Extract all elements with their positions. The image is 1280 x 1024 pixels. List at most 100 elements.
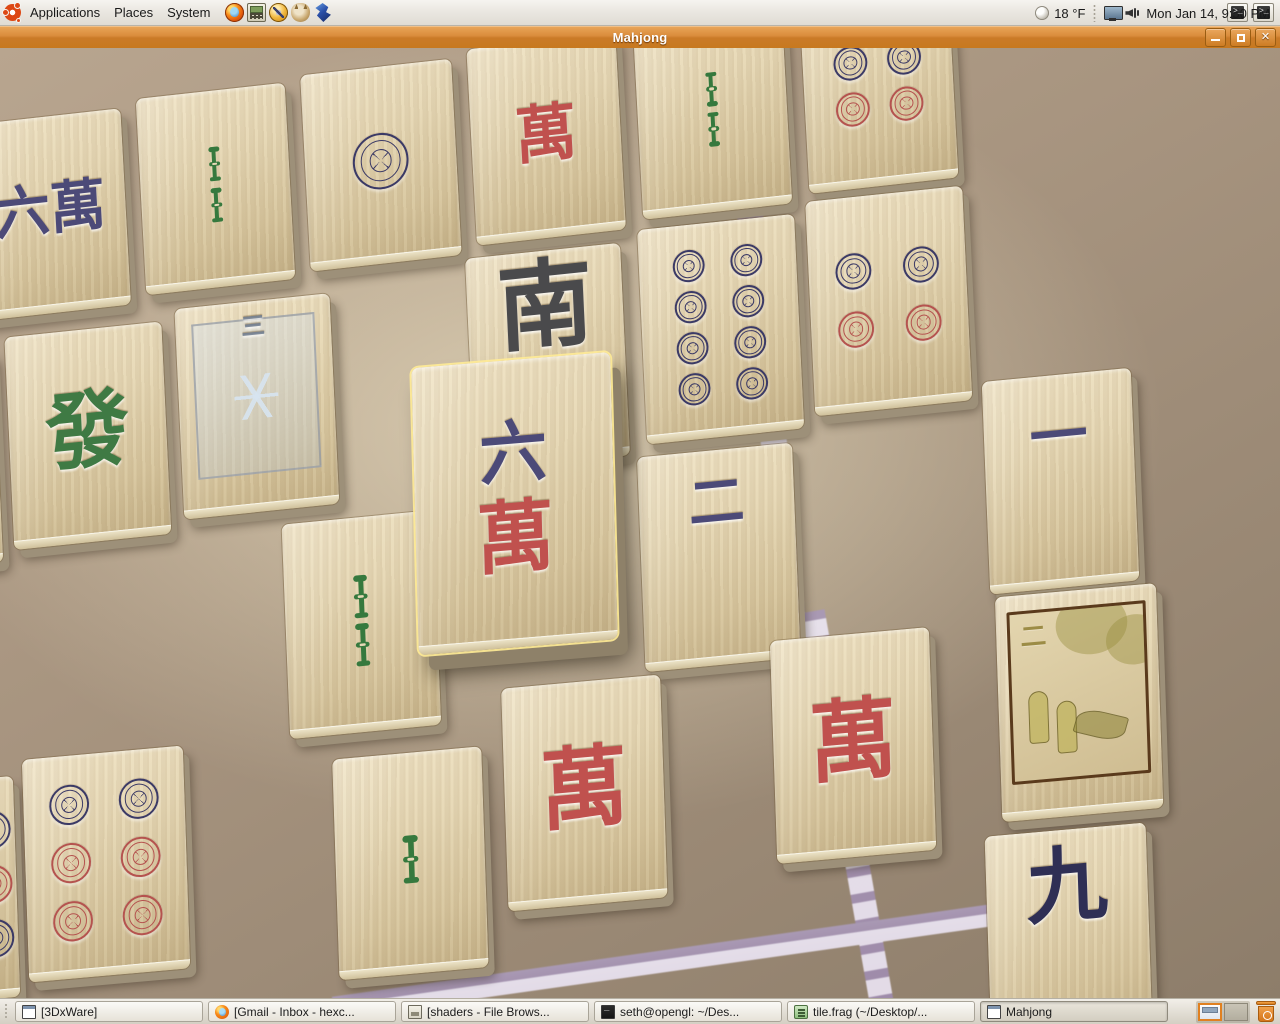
- tile-t07-8dots[interactable]: [637, 213, 805, 445]
- tile-t22-glyph: 九: [1024, 835, 1110, 938]
- firefox-icon: [215, 1004, 229, 1019]
- taskbar-item-gmail[interactable]: [Gmail - Inbox - hexc...: [208, 1001, 396, 1022]
- volume-icon[interactable]: [1125, 6, 1142, 20]
- menu-places-label: Places: [114, 5, 154, 20]
- dot-symbol: [0, 808, 12, 851]
- taskbar-item-label: [shaders - File Brows...: [427, 1004, 550, 1019]
- tile-t23-bamboo[interactable]: [332, 746, 489, 981]
- tile-t04[interactable]: [300, 58, 462, 272]
- ubuntu-logo-icon[interactable]: [2, 2, 21, 23]
- taskbar-item-label: seth@opengl: ~/Des...: [620, 1004, 740, 1019]
- gimp-icon[interactable]: [291, 3, 311, 22]
- window-icon: [22, 1004, 36, 1019]
- dot-symbol: [672, 248, 706, 284]
- dot-symbol: [832, 48, 869, 82]
- bamboo-stick: [354, 622, 370, 667]
- dot-symbol: [677, 371, 712, 407]
- taskbar-grip[interactable]: [4, 1003, 8, 1020]
- panel-left-section: Applications Places System: [0, 0, 332, 25]
- dot-symbol: [50, 840, 92, 885]
- gedit-icon: [794, 1004, 808, 1019]
- maximize-button[interactable]: [1230, 28, 1251, 47]
- tile-t11-glyph: 三: [240, 310, 266, 342]
- tile-t03[interactable]: [135, 82, 296, 296]
- tile-t05[interactable]: 萬: [466, 48, 626, 246]
- taskbar-item-mahjong[interactable]: Mahjong: [980, 1001, 1168, 1022]
- temperature-label: 18 °F: [1054, 5, 1086, 21]
- window-title: Mahjong: [612, 30, 668, 45]
- window-controls: ✕: [1205, 28, 1276, 47]
- mahjong-game-area[interactable]: 六萬 萬 發 三 南 一 二 萬 萬 二 九 六 萬: [0, 48, 1280, 998]
- dot-symbol: [118, 776, 160, 821]
- dot-symbol: [675, 330, 710, 366]
- menu-system[interactable]: System: [160, 2, 217, 24]
- tile-t09[interactable]: [0, 349, 4, 579]
- tile-t20-char[interactable]: 萬: [769, 627, 937, 864]
- panel-launchers: [225, 3, 332, 22]
- clock-label[interactable]: Mon Jan 14, 9:50 PM: [1146, 6, 1274, 21]
- tile-t19-glyph: 萬: [538, 732, 630, 844]
- dot-symbol: [120, 834, 162, 879]
- taskbar-item-label: Mahjong: [1006, 1004, 1053, 1019]
- sound-recorder-icon[interactable]: [269, 3, 289, 22]
- menu-applications[interactable]: Applications: [23, 2, 107, 24]
- tile-t10[interactable]: 發: [4, 321, 172, 551]
- dot-symbol: [733, 324, 767, 360]
- tile-t15-one[interactable]: 一: [981, 367, 1140, 595]
- window-titlebar[interactable]: Mahjong ✕: [0, 26, 1280, 48]
- dot-symbol: [729, 242, 763, 278]
- blue-app-icon[interactable]: [315, 3, 331, 22]
- tile-t21-flower[interactable]: 二: [994, 583, 1164, 823]
- tile-t21-glyph: 二: [1019, 620, 1047, 654]
- selected-tile-bottom-glyph: 萬: [475, 490, 556, 587]
- firefox-icon[interactable]: [225, 3, 245, 22]
- taskbar-item-shaders[interactable]: [shaders - File Brows...: [401, 1001, 589, 1022]
- minimize-button[interactable]: [1205, 28, 1226, 47]
- bamboo-stick: [352, 574, 368, 619]
- calculator-icon[interactable]: [247, 3, 267, 22]
- tile-t02[interactable]: 六萬: [0, 108, 131, 322]
- trash-icon[interactable]: [1256, 1000, 1276, 1023]
- tile-t08-4dots[interactable]: [805, 185, 973, 417]
- taskbar-item-tilefrag[interactable]: tile.frag (~/Desktop/...: [787, 1001, 975, 1022]
- workspace-switcher[interactable]: [1196, 1000, 1250, 1023]
- dot-symbol: [674, 289, 708, 325]
- tile-t20-glyph: 萬: [807, 685, 899, 797]
- terminal-icon: [601, 1003, 615, 1019]
- weather-applet[interactable]: 18 °F: [1035, 6, 1085, 21]
- tile-t16-6dots[interactable]: [21, 745, 191, 983]
- tile-t06[interactable]: [632, 48, 793, 220]
- close-icon: ✕: [1260, 31, 1271, 43]
- tile-t17-6dots-red[interactable]: [0, 775, 21, 998]
- terminal-glyph-1: >_: [1233, 7, 1243, 16]
- display-icon[interactable]: [1104, 5, 1124, 21]
- tile-t11-season[interactable]: 三: [174, 293, 340, 520]
- tile-t22-nine[interactable]: 九: [984, 822, 1153, 998]
- bamboo-stick: [706, 111, 720, 147]
- dot-symbol: [351, 129, 410, 192]
- terminal-glyph-2: >_: [1259, 7, 1269, 16]
- tile-t15-glyph: 一: [1028, 399, 1089, 473]
- tile-t13-selected-6-characters[interactable]: 六 萬: [411, 351, 618, 656]
- taskbar-item-terminal[interactable]: seth@opengl: ~/Des...: [594, 1001, 782, 1022]
- tile-t01-glyph: 六萬: [0, 171, 108, 249]
- close-button[interactable]: ✕: [1255, 28, 1276, 47]
- dot-symbol: [904, 302, 943, 342]
- workspace-2[interactable]: [1224, 1002, 1248, 1021]
- dot-symbol: [835, 90, 871, 128]
- tile-t09-glyph: 發: [43, 376, 132, 484]
- tile-t07[interactable]: [798, 48, 959, 194]
- taskbar-right-section: [1190, 1000, 1276, 1023]
- dot-symbol: [122, 892, 164, 937]
- menu-places[interactable]: Places: [107, 2, 160, 24]
- workspace-1[interactable]: [1198, 1002, 1222, 1021]
- menu-system-label: System: [167, 5, 211, 20]
- taskbar-item-3dxware[interactable]: [3DxWare]: [15, 1001, 203, 1022]
- dot-symbol: [888, 84, 925, 122]
- taskbar-item-label: tile.frag (~/Desktop/...: [813, 1004, 928, 1019]
- tile-t19-char[interactable]: 萬: [501, 674, 668, 912]
- tile-t14-two[interactable]: 二: [636, 442, 801, 673]
- dot-symbol: [735, 365, 769, 402]
- bamboo-stick: [209, 187, 223, 223]
- dot-symbol: [731, 283, 765, 319]
